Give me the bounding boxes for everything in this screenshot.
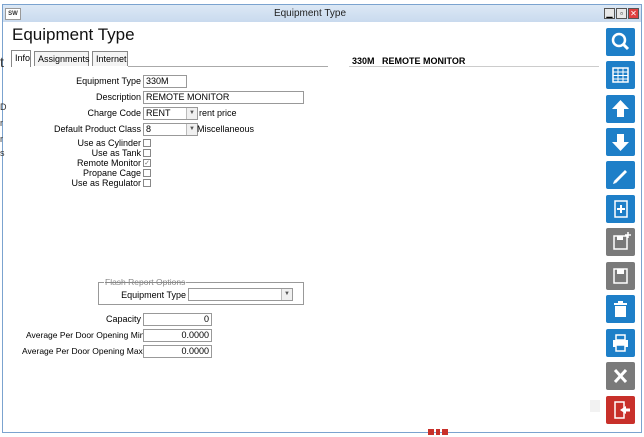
flash-equipment-type-select[interactable]: ▼: [188, 288, 293, 301]
use-as-cylinder-checkbox[interactable]: [143, 139, 151, 147]
chevron-down-icon: ▼: [186, 124, 197, 135]
maximize-icon: ▫: [620, 9, 623, 18]
charge-code-description: rent price: [199, 108, 237, 118]
description-label: Description: [95, 92, 141, 102]
grid-view-button[interactable]: [606, 61, 635, 89]
detail-code: 330M: [352, 56, 375, 66]
product-class-value: 8: [146, 124, 152, 134]
minimize-icon: ▁: [606, 9, 613, 18]
use-as-tank-checkbox[interactable]: [143, 149, 151, 157]
use-as-regulator-label: Use as Regulator: [71, 178, 141, 188]
page-title: Equipment Type: [12, 25, 135, 44]
new-record-button[interactable]: [606, 195, 635, 223]
chevron-down-icon: ▼: [186, 108, 197, 119]
capacity-input[interactable]: 0: [143, 313, 212, 326]
arrow-down-icon: [612, 134, 629, 151]
capacity-label: Capacity: [105, 314, 141, 324]
use-as-cylinder-label: Use as Cylinder: [77, 138, 141, 148]
delete-button[interactable]: [606, 295, 635, 323]
search-button[interactable]: [606, 28, 635, 56]
taskbar-fragment: [428, 425, 458, 435]
trash-icon: [614, 301, 627, 317]
new-document-icon: [614, 200, 628, 218]
add-disk-icon: [613, 232, 631, 250]
charge-code-select[interactable]: RENT ▼: [143, 107, 198, 120]
pencil-icon: [613, 170, 627, 184]
print-button[interactable]: [606, 329, 635, 357]
tab-assignments[interactable]: Assignments: [34, 51, 90, 66]
propane-cage-label: Propane Cage: [82, 168, 141, 178]
description-input[interactable]: REMOTE MONITOR: [143, 91, 304, 104]
close-button[interactable]: ✕: [628, 8, 639, 19]
move-up-button[interactable]: [606, 95, 635, 123]
avg-max-input[interactable]: 0.0000: [143, 345, 212, 358]
use-as-tank-label: Use as Tank: [91, 148, 141, 158]
add-save-button[interactable]: [606, 228, 635, 256]
tab-internet[interactable]: Internet: [92, 51, 128, 66]
move-down-button[interactable]: [606, 128, 635, 156]
exit-door-icon: [614, 401, 630, 419]
printer-icon: [613, 334, 628, 352]
flash-equipment-type-label: Equipment Type: [121, 290, 186, 300]
equipment-type-input[interactable]: 330M: [143, 75, 187, 88]
checkmark-icon: ✓: [144, 160, 150, 167]
product-class-description: Miscellaneous: [197, 124, 255, 134]
resize-grip[interactable]: [590, 400, 600, 412]
arrow-up-icon: [612, 100, 629, 117]
chevron-down-icon: ▼: [281, 289, 292, 300]
remote-monitor-checkbox[interactable]: ✓: [143, 159, 151, 167]
charge-code-label: Charge Code: [87, 108, 141, 118]
detail-divider: [349, 66, 599, 67]
charge-code-value: RENT: [146, 108, 171, 118]
search-icon: [611, 32, 630, 51]
edit-button[interactable]: [606, 161, 635, 189]
x-icon: [613, 368, 628, 384]
remote-monitor-label: Remote Monitor: [76, 158, 141, 168]
default-product-class-label: Default Product Class: [53, 124, 141, 134]
maximize-button[interactable]: ▫: [616, 8, 627, 19]
propane-cage-checkbox[interactable]: [143, 169, 151, 177]
equipment-type-label: Equipment Type: [76, 76, 141, 86]
close-icon: ✕: [630, 9, 637, 18]
minimize-button[interactable]: ▁: [604, 8, 615, 19]
save-button[interactable]: [606, 262, 635, 290]
tab-divider: [128, 66, 328, 67]
cancel-button[interactable]: [606, 362, 635, 390]
app-icon: SW: [5, 8, 21, 20]
window-title: Equipment Type: [273, 8, 347, 19]
exit-button[interactable]: [606, 396, 635, 424]
avg-min-input[interactable]: 0.0000: [143, 329, 212, 342]
tab-info[interactable]: Info: [11, 50, 31, 67]
left-fragment: t: [0, 54, 4, 70]
use-as-regulator-checkbox[interactable]: [143, 179, 151, 187]
grid-icon: [612, 67, 629, 83]
window-frame: [2, 4, 642, 433]
detail-description: REMOTE MONITOR: [382, 56, 466, 66]
save-disk-icon: [613, 268, 628, 284]
product-class-select[interactable]: 8 ▼: [143, 123, 198, 136]
flash-report-legend: Flash Report Options: [104, 277, 187, 287]
